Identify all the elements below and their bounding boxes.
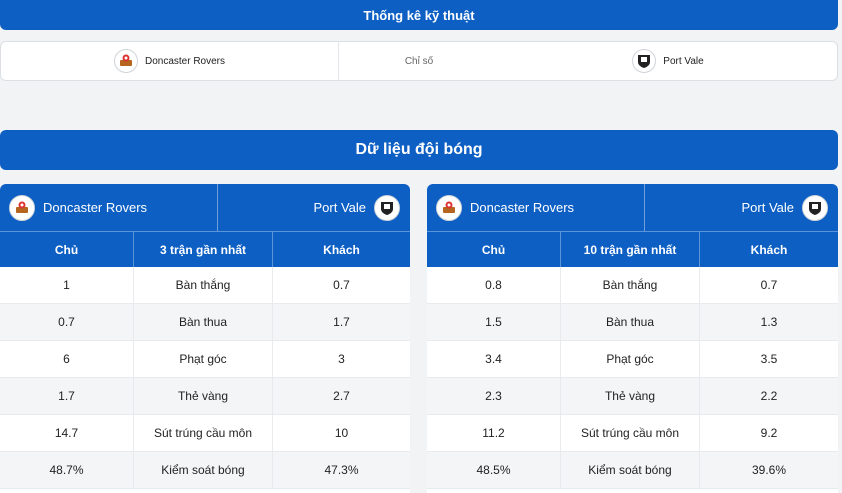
table-row: 0.8 Bàn thắng 0.7 — [427, 267, 838, 304]
team-data-header: Dữ liệu đội bóng — [0, 130, 838, 170]
home-value: 48.7% — [0, 452, 134, 488]
stat-label: Thẻ vàng — [561, 378, 700, 414]
table-row: 1 Bàn thắng 0.7 — [0, 267, 410, 304]
table-row: 3.4 Phạt góc 3.5 — [427, 341, 838, 378]
technical-stats-header: Thống kê kỹ thuật — [0, 0, 838, 30]
stat-label: Sút trúng cầu môn — [134, 415, 273, 451]
home-value: 1.5 — [427, 304, 561, 340]
away-value: 2.7 — [333, 389, 350, 403]
panel-team-header: Doncaster Rovers Port Vale — [0, 184, 410, 231]
away-value: 3.5 — [760, 352, 778, 366]
panel-team-header: Doncaster Rovers Port Vale — [427, 184, 838, 231]
table-row: 2.3 Thẻ vàng 2.2 — [427, 378, 838, 415]
stat-label: Kiểm soát bóng — [134, 452, 273, 488]
stats-teams-row: Doncaster Rovers Chỉ số Port Vale — [0, 41, 838, 81]
away-value: 2.2 — [760, 389, 778, 403]
away-value: 10 — [334, 426, 349, 440]
home-value: 0.7 — [0, 304, 134, 340]
table-row: 1.7 Thẻ vàng 2.7 — [0, 378, 410, 415]
away-value: 0.7 — [760, 278, 778, 292]
stats-index-label: Chỉ số — [339, 42, 499, 80]
stats-index-text: Chỉ số — [404, 55, 434, 67]
away-value: 9.2 — [760, 426, 778, 440]
panel-home-team[interactable]: Doncaster Rovers — [0, 184, 218, 231]
home-value: 6 — [0, 341, 134, 377]
table-row: 0.7 Bàn thua 1.7 — [0, 304, 410, 341]
home-value: 14.7 — [0, 415, 134, 451]
stat-label: Phạt góc — [561, 341, 700, 377]
col-home: Chủ — [0, 232, 134, 267]
home-value: 2.3 — [427, 378, 561, 414]
col-period: 3 trận gần nhất — [134, 232, 273, 267]
away-value: 0.7 — [333, 278, 350, 292]
table-row: 11.2 Sút trúng cầu môn 9.2 — [427, 415, 838, 452]
table-row: 48.7% Kiểm soát bóng 47.3% — [0, 452, 410, 489]
table-row: 14.7 Sút trúng cầu môn 10 — [0, 415, 410, 452]
port-vale-crest-icon — [374, 194, 400, 221]
technical-stats-title: Thống kê kỹ thuật — [363, 7, 475, 23]
table-row: 6 Phạt góc 3 — [0, 341, 410, 378]
away-value: 39.6% — [751, 463, 787, 477]
table-row: 1.5 Bàn thua 1.3 — [427, 304, 838, 341]
stat-label: Kiểm soát bóng — [561, 452, 700, 488]
stat-label: Bàn thua — [134, 304, 273, 340]
home-value: 11.2 — [427, 415, 561, 451]
stat-label: Sút trúng cầu môn — [561, 415, 700, 451]
home-value: 3.4 — [427, 341, 561, 377]
panel-away-team[interactable]: Port Vale — [218, 184, 410, 231]
away-value: 1.7 — [333, 315, 350, 329]
panel-away-team[interactable]: Port Vale — [645, 184, 838, 231]
stat-label: Phạt góc — [134, 341, 273, 377]
port-vale-crest-icon — [802, 194, 828, 221]
away-value: 3 — [338, 352, 345, 366]
away-value: 1.3 — [760, 315, 778, 329]
panel-away-team-name: Port Vale — [741, 200, 794, 215]
panel-home-team-name: Doncaster Rovers — [470, 200, 575, 215]
col-period: 10 trận gần nhất — [561, 232, 700, 267]
home-value: 48.5% — [427, 452, 561, 488]
panel-column-headers: Chủ 3 trận gần nhất Khách — [0, 231, 410, 267]
col-home: Chủ — [427, 232, 561, 267]
stat-label: Bàn thắng — [134, 267, 273, 303]
home-value: 0.8 — [427, 267, 561, 303]
stat-label: Bàn thắng — [561, 267, 700, 303]
stat-label: Thẻ vàng — [134, 378, 273, 414]
table-row: 48.5% Kiểm soát bóng 39.6% — [427, 452, 838, 489]
port-vale-crest-icon — [632, 49, 657, 73]
stats-home-team-name: Doncaster Rovers — [144, 55, 226, 67]
doncaster-crest-icon — [113, 49, 138, 73]
col-away: Khách — [323, 242, 360, 257]
stats-away-team[interactable]: Port Vale — [499, 42, 837, 80]
stat-label: Bàn thua — [561, 304, 700, 340]
away-value: 47.3% — [324, 463, 359, 477]
home-value: 1 — [0, 267, 134, 303]
home-value: 1.7 — [0, 378, 134, 414]
stats-away-team-name: Port Vale — [663, 55, 704, 67]
panel-away-team-name: Port Vale — [313, 200, 366, 215]
stats-home-team[interactable]: Doncaster Rovers — [1, 42, 339, 80]
team-data-panel-recent-10: Doncaster Rovers Port Vale Chủ 10 trận g… — [427, 184, 838, 493]
panel-column-headers: Chủ 10 trận gần nhất Khách — [427, 231, 838, 267]
panel-rows: 1 Bàn thắng 0.7 0.7 Bàn thua 1.7 6 Phạt góc 3 … — [0, 267, 410, 489]
panel-rows: 0.8 Bàn thắng 0.7 1.5 Bàn thua 1.3 3.4 Phạt g… — [427, 267, 838, 489]
doncaster-crest-icon — [9, 194, 35, 221]
col-away: Khách — [750, 242, 788, 257]
panel-home-team-name: Doncaster Rovers — [43, 200, 148, 215]
team-data-panel-recent-3: Doncaster Rovers Port Vale Chủ 3 trận gầ… — [0, 184, 410, 493]
doncaster-crest-icon — [436, 194, 462, 221]
panel-home-team[interactable]: Doncaster Rovers — [427, 184, 645, 231]
team-data-title: Dữ liệu đội bóng — [355, 141, 483, 158]
